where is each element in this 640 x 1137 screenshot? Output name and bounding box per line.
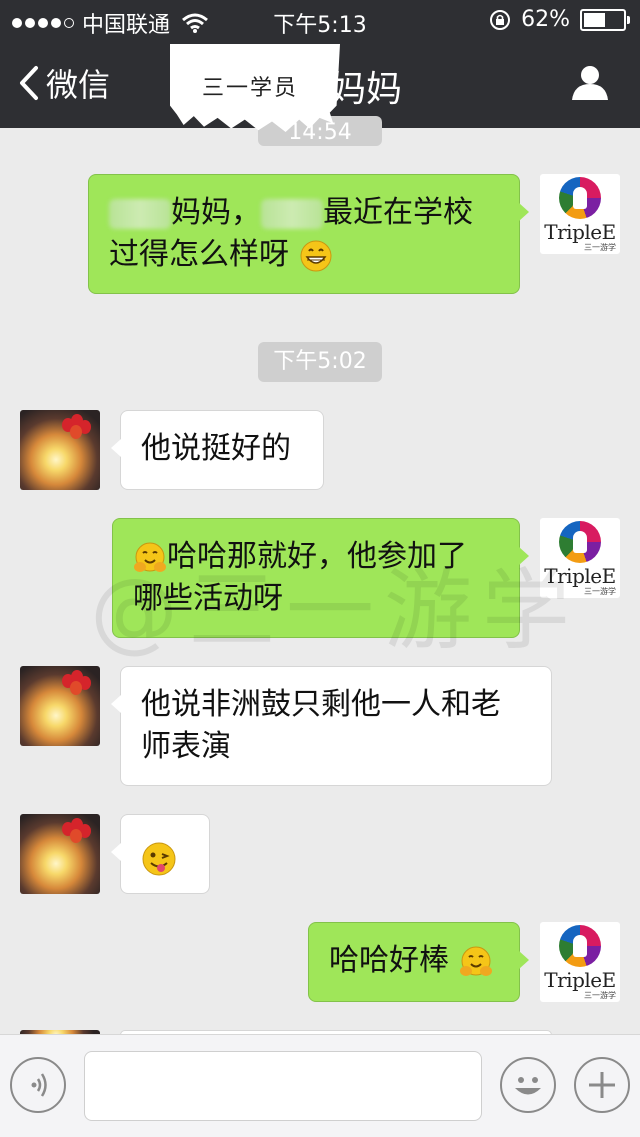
redacted-name (261, 198, 323, 229)
message-text: 过得怎么样呀 (109, 237, 289, 272)
grin-hands-emoji-icon (459, 946, 492, 976)
message-text: 最近在学校 (323, 195, 473, 230)
my-avatar[interactable]: TripleE 三一游学 (540, 922, 620, 1002)
voice-button[interactable] (10, 1057, 66, 1113)
sticker-label: 三一学员 (202, 76, 299, 101)
battery-icon (580, 8, 630, 31)
plus-icon (589, 1072, 615, 1098)
smiley-icon (515, 1077, 541, 1095)
battery-fill (584, 12, 605, 27)
logo-subtext: 三一游学 (584, 991, 616, 1000)
message-input[interactable] (84, 1051, 482, 1121)
logo-text: TripleE (544, 968, 616, 992)
input-bar (0, 1034, 640, 1137)
balloons-icon (62, 818, 92, 844)
battery-percent: 62% (521, 7, 570, 32)
redacted-name (109, 198, 171, 229)
grinning-emoji-icon (300, 240, 332, 271)
wink-tongue-emoji-icon (142, 842, 176, 875)
voice-icon (31, 1073, 47, 1097)
balloons-icon (62, 670, 92, 696)
message-text: 师表演 (141, 729, 231, 764)
message-bubble-incoming[interactable]: 他说挺好的 (111, 410, 324, 490)
contact-avatar[interactable] (20, 666, 100, 746)
rotation-lock-icon (490, 9, 511, 30)
status-right-group: 62% (489, 7, 630, 32)
watermark: @三一游学 (90, 559, 581, 662)
message-bubble-incoming[interactable] (111, 814, 210, 894)
timestamp: 下午5:02 (258, 342, 382, 382)
message-text: 哈哈好棒 (329, 943, 449, 978)
message-text: 他说挺好的 (141, 431, 291, 466)
message-bubble-outgoing[interactable]: 妈妈， 最近在学校 过得怎么样呀 (88, 174, 529, 294)
message-bubble-incoming[interactable]: 他说非洲鼓只剩他一人和老 师表演 (111, 666, 552, 786)
status-bar: 中国联通 下午5:13 62% (0, 0, 640, 40)
logo-subtext: 三一游学 (584, 243, 616, 252)
emoji-button[interactable] (500, 1057, 556, 1113)
message-text: 他说非洲鼓只剩他一人和老 (141, 687, 501, 722)
profile-icon[interactable] (570, 62, 610, 102)
chevron-left-icon (20, 66, 38, 100)
contact-avatar[interactable] (20, 814, 100, 894)
balloons-icon (62, 414, 92, 440)
chat-title: 妈妈 (330, 69, 403, 110)
logo-text: TripleE (544, 220, 616, 244)
back-button[interactable]: 微信 (18, 60, 110, 106)
my-avatar[interactable]: TripleE 三一游学 (540, 174, 620, 254)
message-text: 妈妈， (171, 195, 261, 230)
contact-avatar[interactable] (20, 410, 100, 490)
more-button[interactable] (574, 1057, 630, 1113)
back-label: 微信 (46, 66, 111, 104)
message-bubble-outgoing[interactable]: 哈哈好棒 (308, 922, 529, 1002)
logo-subtext: 三一游学 (584, 587, 616, 596)
